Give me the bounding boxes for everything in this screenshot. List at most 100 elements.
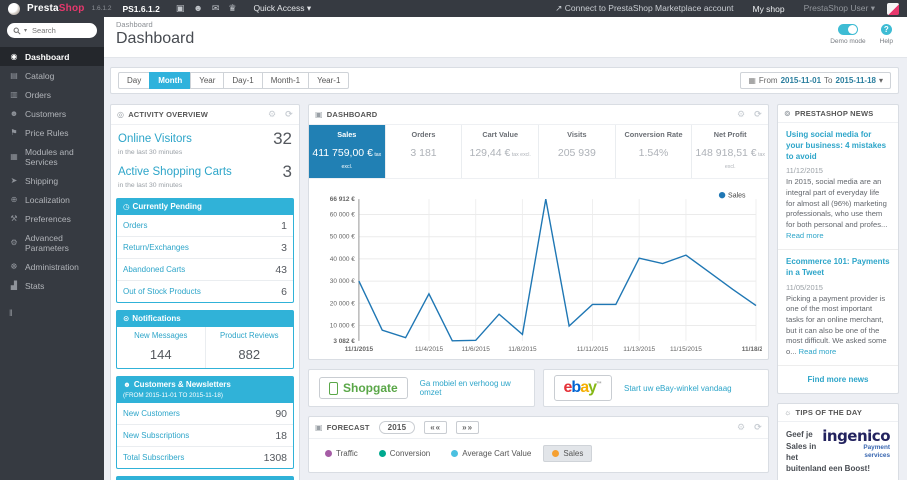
legend-dot bbox=[325, 450, 332, 457]
avatar[interactable] bbox=[887, 2, 899, 15]
activity-overview-title: Activity overview bbox=[128, 110, 208, 119]
sidebar-item-stats[interactable]: ▟ Stats bbox=[0, 276, 104, 295]
dashboard-panel-title: Dashboard bbox=[326, 110, 378, 119]
module-promo-link[interactable]: Start uw eBay-winkel vandaag bbox=[624, 384, 732, 393]
customers-label[interactable]: Total Subscribers bbox=[123, 453, 184, 462]
range-button-year[interactable]: Year bbox=[190, 72, 225, 89]
kpi-visits[interactable]: Visits 205 939 bbox=[539, 125, 616, 178]
forecast-prev-button[interactable]: «« bbox=[424, 421, 448, 434]
sidebar-item-customers[interactable]: ☻ Customers bbox=[0, 104, 104, 123]
refresh-icon[interactable]: ⟳ bbox=[285, 109, 293, 120]
my-shop-link[interactable]: My shop bbox=[752, 4, 784, 14]
read-more-link[interactable]: Read more bbox=[786, 231, 824, 240]
marketplace-connect-link[interactable]: ↗ Connect to PrestaShop Marketplace acco… bbox=[555, 3, 733, 14]
sidebar-search[interactable]: ▾ bbox=[7, 23, 97, 38]
customers-newsletters-box: ☻ Customers & Newsletters (FROM 2015-11-0… bbox=[116, 376, 294, 469]
help-icon[interactable]: ? bbox=[880, 24, 892, 35]
search-input[interactable] bbox=[30, 25, 90, 36]
sidebar-item-preferences[interactable]: ⚒ Preferences bbox=[0, 209, 104, 228]
news-title-link[interactable]: Ecommerce 101: Payments in a Tweet bbox=[786, 257, 890, 279]
ebay-logo[interactable]: ebay™ bbox=[553, 375, 612, 401]
user-menu[interactable]: PrestaShop User ▾ bbox=[804, 3, 875, 14]
module-ads-row: Shopgate Ga mobiel en verhoog uw omzet eba… bbox=[308, 369, 769, 407]
sidebar-item-modules-and-services[interactable]: ▦ Modules and Services bbox=[0, 142, 104, 171]
demo-mode-toggle[interactable] bbox=[837, 24, 858, 35]
legend-dot[interactable] bbox=[718, 191, 726, 199]
notification-col[interactable]: New Messages 144 bbox=[117, 327, 205, 368]
range-button-month[interactable]: Month bbox=[149, 72, 192, 89]
sidebar-collapse-button[interactable]: ‖ bbox=[9, 308, 19, 318]
sidebar-item-administration[interactable]: ☸ Administration bbox=[0, 257, 104, 276]
gear-icon[interactable]: ⚙ bbox=[737, 422, 745, 433]
legend-label: Sales bbox=[728, 193, 746, 200]
pending-label[interactable]: Orders bbox=[123, 221, 147, 230]
active-carts-link[interactable]: Active Shopping Carts bbox=[118, 166, 232, 178]
kpi-suffix: tax excl. bbox=[510, 152, 531, 158]
kpi-sales[interactable]: Sales 411 759,00 € tax excl. bbox=[309, 125, 386, 178]
date-range-buttons: Day Month Year Day-1 Month-1 Year-1 bbox=[118, 72, 350, 89]
sidebar-item-shipping[interactable]: ➤ Shipping bbox=[0, 171, 104, 190]
gear-icon[interactable]: ⚙ bbox=[737, 109, 745, 120]
shopgate-logo[interactable]: Shopgate bbox=[319, 377, 408, 399]
date-range-picker[interactable]: ▦ From 2015-11-01 To 2015-11-18 ▾ bbox=[740, 72, 891, 89]
x-axis-tick: 11/15/2015 bbox=[670, 346, 702, 353]
x-axis-tick: 11/4/2015 bbox=[415, 346, 444, 353]
kpi-net-profit[interactable]: Net Profit 148 918,51 € tax excl. bbox=[692, 125, 768, 178]
messages-icon[interactable]: ✉ bbox=[212, 3, 220, 13]
customers-label[interactable]: New Customers bbox=[123, 409, 180, 418]
kpi-conversion-rate[interactable]: Conversion Rate 1.54% bbox=[616, 125, 693, 178]
sidebar-item-orders[interactable]: ▥ Orders bbox=[0, 85, 104, 104]
ingenico-logo[interactable]: ingenico Payment services bbox=[822, 429, 890, 459]
kpi-value: 129,44 € tax excl. bbox=[469, 147, 531, 159]
online-visitors-link[interactable]: Online Visitors bbox=[118, 133, 192, 145]
cart-icon[interactable]: ▣ bbox=[176, 3, 185, 13]
quick-access-menu[interactable]: Quick Access ▾ bbox=[253, 3, 311, 14]
kpi-cart-value[interactable]: Cart Value 129,44 € tax excl. bbox=[462, 125, 540, 178]
sidebar-item-price-rules[interactable]: ⚑ Price Rules bbox=[0, 123, 104, 142]
brand-name: PrestaShop bbox=[27, 3, 85, 14]
pending-label[interactable]: Abandoned Carts bbox=[123, 265, 185, 274]
forecast-next-button[interactable]: »» bbox=[456, 421, 480, 434]
notification-col[interactable]: Product Reviews 882 bbox=[204, 327, 294, 368]
sidebar-item-dashboard[interactable]: ◉ Dashboard bbox=[0, 47, 104, 66]
prestashop-logo-icon[interactable] bbox=[8, 2, 20, 15]
breadcrumb[interactable]: Dashboard bbox=[116, 20, 895, 29]
find-more-news-link[interactable]: Find more news bbox=[778, 366, 898, 393]
range-button-month-1[interactable]: Month-1 bbox=[261, 72, 310, 89]
module-promo-link[interactable]: Ga mobiel en verhoog uw omzet bbox=[420, 379, 524, 397]
forecast-button-sales[interactable]: Sales bbox=[543, 445, 593, 462]
range-button-day[interactable]: Day bbox=[118, 72, 151, 89]
sidebar-item-localization[interactable]: ⊕ Localization bbox=[0, 190, 104, 209]
help-label: Help bbox=[879, 38, 893, 45]
gear-icon[interactable]: ⚙ bbox=[268, 109, 276, 120]
customers-label[interactable]: New Subscriptions bbox=[123, 431, 189, 440]
kpi-orders[interactable]: Orders 3 181 bbox=[386, 125, 463, 178]
sidebar-item-label: Modules and Services bbox=[25, 146, 74, 167]
kpi-row: Sales 411 759,00 € tax excl. Orders 3 181 Ca… bbox=[309, 125, 768, 179]
customers-row: New Customers 90 bbox=[117, 403, 293, 424]
shipping-icon: ➤ bbox=[10, 176, 18, 185]
shopgate-logo-text: Shopgate bbox=[343, 381, 398, 395]
news-item: Ecommerce 101: Payments in a Tweet 11/05/… bbox=[778, 250, 898, 367]
range-button-day-1[interactable]: Day-1 bbox=[223, 72, 263, 89]
forecast-button-traffic[interactable]: Traffic bbox=[316, 445, 367, 462]
page-header: Dashboard Dashboard Demo mode ? Help bbox=[104, 17, 907, 58]
sidebar-item-advanced-parameters[interactable]: ⚙ Advanced Parameters bbox=[0, 228, 104, 257]
pending-label[interactable]: Out of Stock Products bbox=[123, 287, 201, 296]
forecast-button-conversion[interactable]: Conversion bbox=[369, 445, 440, 462]
customers-row: New Subscriptions 18 bbox=[117, 424, 293, 446]
refresh-icon[interactable]: ⟳ bbox=[754, 422, 762, 433]
range-button-year-1[interactable]: Year-1 bbox=[308, 72, 350, 89]
dashboard-panel-icon: ▣ bbox=[315, 110, 323, 119]
news-title-link[interactable]: Using social media for your business: 4 … bbox=[786, 130, 890, 162]
sidebar-item-catalog[interactable]: ▤ Catalog bbox=[0, 66, 104, 85]
forecast-button-average-cart-value[interactable]: Average Cart Value bbox=[442, 445, 541, 462]
demo-mode-label: Demo mode bbox=[830, 38, 866, 45]
kpi-value: 1.54% bbox=[638, 147, 669, 159]
pending-label[interactable]: Return/Exchanges bbox=[123, 243, 189, 252]
kpi-value: 411 759,00 € tax excl. bbox=[312, 147, 382, 170]
customers-icon[interactable]: ☻ bbox=[193, 3, 202, 13]
read-more-link[interactable]: Read more bbox=[799, 347, 837, 356]
badges-icon[interactable]: ♛ bbox=[228, 3, 236, 13]
refresh-icon[interactable]: ⟳ bbox=[754, 109, 762, 120]
